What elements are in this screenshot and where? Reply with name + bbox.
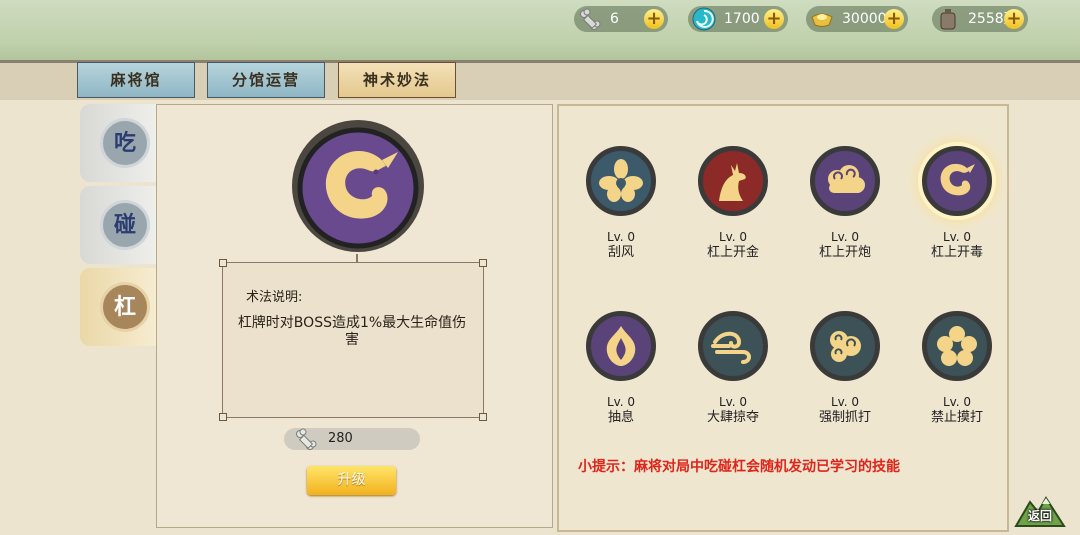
- skill-name: 禁止摸打: [930, 410, 983, 425]
- resource-gold: 30000 +: [806, 6, 908, 32]
- wind-swirl-icon: [698, 311, 768, 381]
- skill-level: Lv. 0: [606, 395, 636, 409]
- add-gold-button[interactable]: +: [884, 9, 904, 29]
- skill-item-dasi-lueduo[interactable]: Lv. 0 大肆掠夺: [683, 311, 783, 446]
- description-title: 术法说明:: [246, 290, 303, 305]
- bone-icon: [578, 7, 602, 31]
- back-label: 返回: [1027, 509, 1052, 523]
- skill-level: Lv. 0: [718, 230, 748, 244]
- add-coins-button[interactable]: +: [1004, 9, 1024, 29]
- side-tab-label: 碰: [100, 200, 150, 250]
- skill-item-gangshang-kaidu[interactable]: Lv. 0 杠上开毒: [907, 146, 1007, 281]
- skill-name: 强制抓打: [818, 410, 871, 425]
- skill-level: Lv. 0: [830, 395, 860, 409]
- dragon-emblem-icon: [922, 146, 992, 216]
- skill-name: 杠上开炮: [818, 245, 871, 260]
- plum-flower-icon: [922, 311, 992, 381]
- tab-branch-operations[interactable]: 分馆运营: [207, 62, 325, 98]
- resource-value: 1700: [724, 11, 760, 27]
- tab-mahjong-hall[interactable]: 麻将馆: [77, 62, 195, 98]
- add-bone-button[interactable]: +: [644, 9, 664, 29]
- add-orb-button[interactable]: +: [764, 9, 784, 29]
- cloud-swirl-icon: [810, 311, 880, 381]
- bone-icon: [294, 428, 318, 458]
- resource-coins: 2558万 +: [932, 6, 1028, 32]
- back-button[interactable]: 返回: [1014, 494, 1066, 528]
- cloud-icon: [810, 146, 880, 216]
- coin-sack-icon: [936, 7, 960, 31]
- skill-item-chouxi[interactable]: Lv. 0 抽息: [571, 311, 671, 446]
- gold-ingot-icon: [810, 7, 834, 31]
- skill-item-jinzhi-moda[interactable]: Lv. 0 禁止摸打: [907, 311, 1007, 446]
- skill-item-gangshang-kaijin[interactable]: Lv. 0 杠上开金: [683, 146, 783, 281]
- selected-skill-emblem: [288, 116, 428, 256]
- tab-divine-arts[interactable]: 神术妙法: [338, 62, 456, 98]
- skill-name: 杠上开金: [706, 245, 759, 260]
- skill-name: 杠上开毒: [930, 245, 983, 260]
- deer-icon: [698, 146, 768, 216]
- resource-orb: 1700 +: [688, 6, 788, 32]
- flame-bud-icon: [586, 311, 656, 381]
- side-tab-peng[interactable]: 碰: [80, 186, 156, 264]
- resource-bone: 6 +: [574, 6, 668, 32]
- skill-level: Lv. 0: [718, 395, 748, 409]
- skill-item-gangshang-kaipao[interactable]: Lv. 0 杠上开炮: [795, 146, 895, 281]
- skill-item-qiangzhi-zhuada[interactable]: Lv. 0 强制抓打: [795, 311, 895, 446]
- skill-level: Lv. 0: [942, 230, 972, 244]
- hint-text: 小提示：麻将对局中吃碰杠会随机发动已学习的技能: [578, 459, 900, 475]
- side-tab-label: 杠: [100, 282, 150, 332]
- skill-name: 大肆掠夺: [706, 410, 759, 425]
- swirl-orb-icon: [692, 7, 716, 31]
- resource-value: 30000: [842, 11, 887, 27]
- skill-level: Lv. 0: [606, 230, 636, 244]
- skill-name: 抽息: [607, 410, 634, 425]
- skill-level: Lv. 0: [830, 230, 860, 244]
- dragon-emblem-icon: [292, 120, 424, 252]
- upgrade-button[interactable]: 升级: [307, 466, 396, 495]
- upgrade-cost-value: 280: [328, 431, 353, 446]
- skill-level: Lv. 0: [942, 395, 972, 409]
- side-tab-label: 吃: [100, 118, 150, 168]
- skill-item-guafeng[interactable]: Lv. 0 刮风: [571, 146, 671, 281]
- description-text: 杠牌时对BOSS造成1%最大生命值伤害: [237, 315, 467, 348]
- skill-name: 刮风: [607, 245, 634, 260]
- side-tab-chi[interactable]: 吃: [80, 104, 156, 182]
- upgrade-cost: 280: [284, 428, 420, 450]
- resource-value: 6: [610, 11, 619, 27]
- orchid-flower-icon: [586, 146, 656, 216]
- side-tab-gang[interactable]: 杠: [80, 268, 156, 346]
